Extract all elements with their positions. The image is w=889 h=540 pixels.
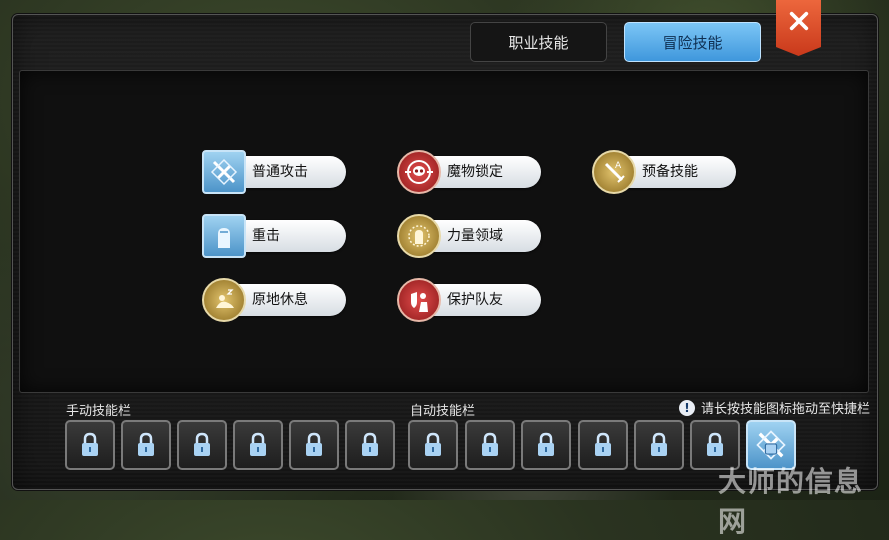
manual-slot-locked[interactable]	[345, 420, 395, 470]
manual-skill-bar-label: 手动技能栏	[66, 404, 132, 419]
skill-monster-lock[interactable]: 魔物锁定	[397, 150, 542, 194]
auto-slot-locked[interactable]	[521, 420, 571, 470]
protect-icon	[397, 278, 441, 322]
skill-label: 魔物锁定	[447, 164, 503, 180]
lock-icon	[306, 432, 322, 456]
skill-label: 原地休息	[252, 292, 308, 308]
watermark-text: 大师的信息网	[718, 465, 864, 538]
skill-rest[interactable]: 原地休息	[202, 278, 347, 322]
skill-prepare[interactable]: A 预备技能	[592, 150, 737, 194]
lock-icon	[138, 432, 154, 456]
info-icon: !	[679, 399, 695, 416]
sword-ready-icon: A	[592, 150, 636, 194]
fist-icon	[202, 214, 246, 258]
manual-slot-locked[interactable]	[65, 420, 115, 470]
tab-job-skills[interactable]: 职业技能	[470, 22, 607, 62]
skill-label: 保护队友	[447, 292, 503, 308]
close-button[interactable]	[776, 0, 821, 56]
hint-text: 请长按技能图标拖动至快捷栏	[701, 402, 871, 417]
rest-icon	[202, 278, 246, 322]
lock-icon	[482, 432, 498, 456]
tab-adventure-skills[interactable]: 冒险技能	[624, 22, 761, 62]
lock-icon	[362, 432, 378, 456]
auto-slot-locked[interactable]	[465, 420, 515, 470]
manual-slot-locked[interactable]	[289, 420, 339, 470]
skill-heavy-strike[interactable]: 重击	[202, 214, 347, 258]
skull-target-icon	[397, 150, 441, 194]
lock-icon	[250, 432, 266, 456]
manual-slot-locked[interactable]	[177, 420, 227, 470]
skill-protect-ally[interactable]: 保护队友	[397, 278, 542, 322]
fist-aura-icon	[397, 214, 441, 258]
lock-icon	[651, 432, 667, 456]
lock-icon	[595, 432, 611, 456]
lock-icon	[425, 432, 441, 456]
auto-slot-locked[interactable]	[634, 420, 684, 470]
skill-label: 预备技能	[642, 164, 698, 180]
lock-icon	[194, 432, 210, 456]
skill-normal-attack[interactable]: 普通攻击	[202, 150, 347, 194]
lock-icon	[82, 432, 98, 456]
skill-power-field[interactable]: 力量领域	[397, 214, 542, 258]
sword-slash-icon	[202, 150, 246, 194]
auto-skill-bar-label: 自动技能栏	[410, 404, 476, 419]
close-icon	[789, 11, 808, 31]
auto-slot-locked[interactable]	[578, 420, 628, 470]
svg-text:A: A	[615, 161, 622, 171]
skill-label: 重击	[252, 228, 280, 244]
manual-slot-locked[interactable]	[121, 420, 171, 470]
manual-slot-locked[interactable]	[233, 420, 283, 470]
lock-icon	[538, 432, 554, 456]
skill-label: 普通攻击	[252, 164, 308, 180]
auto-slot-locked[interactable]	[408, 420, 458, 470]
lock-icon	[707, 432, 723, 456]
drag-hint: ! 请长按技能图标拖动至快捷栏	[679, 398, 870, 417]
skill-label: 力量领域	[447, 228, 503, 244]
sword-slash-icon	[756, 430, 786, 460]
